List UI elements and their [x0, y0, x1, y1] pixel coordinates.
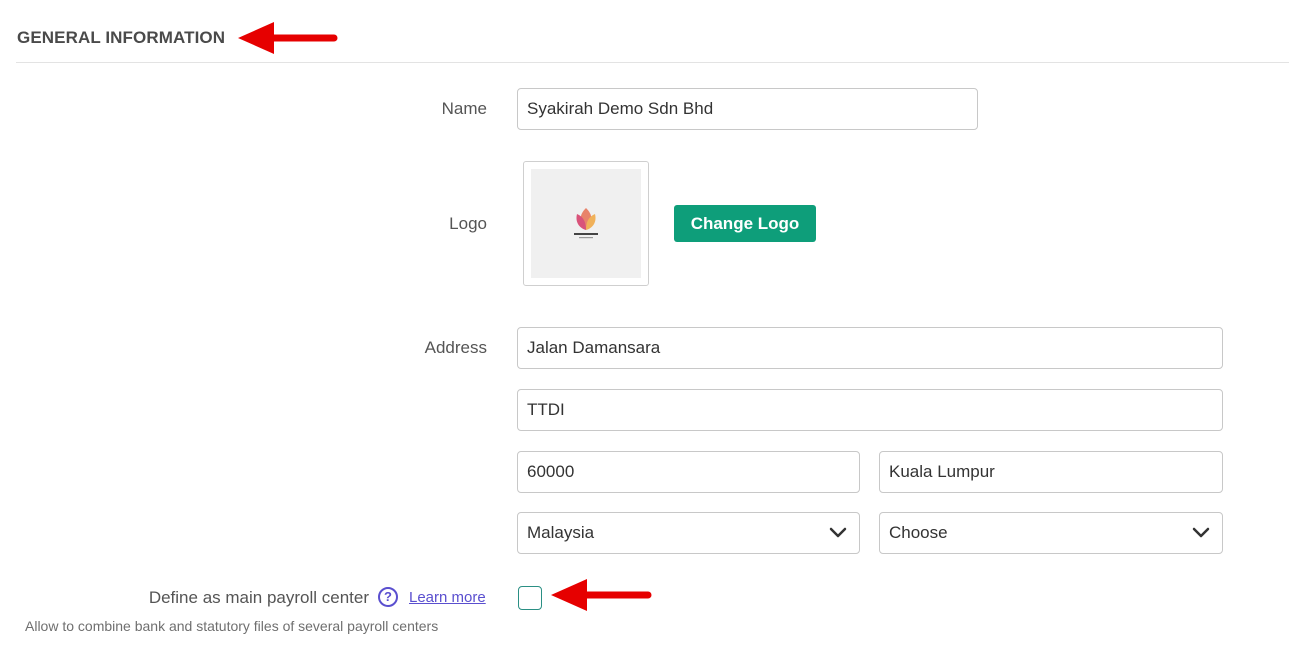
section-divider — [16, 62, 1289, 63]
country-select-value: Malaysia — [527, 523, 595, 542]
address-line2-input[interactable] — [517, 389, 1223, 431]
chevron-down-icon — [1192, 527, 1210, 538]
chevron-down-icon — [829, 527, 847, 538]
address-label: Address — [424, 338, 487, 357]
main-payroll-hint: Allow to combine bank and statutory file… — [25, 618, 439, 634]
logo-preview — [523, 161, 649, 286]
postcode-input[interactable] — [517, 451, 860, 493]
flower-logo-icon — [574, 208, 598, 239]
change-logo-button[interactable]: Change Logo — [674, 205, 816, 242]
country-select[interactable]: Malaysia — [517, 512, 860, 554]
state-select[interactable]: Choose — [879, 512, 1223, 554]
annotation-arrow-icon — [238, 22, 338, 54]
city-input[interactable] — [879, 451, 1223, 493]
main-payroll-label: Define as main payroll center — [148, 588, 369, 607]
state-select-value: Choose — [889, 523, 948, 542]
logo-label: Logo — [449, 214, 487, 233]
annotation-arrow-icon — [551, 579, 652, 611]
learn-more-link[interactable]: Learn more — [409, 589, 486, 606]
name-label: Name — [441, 99, 487, 118]
address-line1-input[interactable] — [517, 327, 1223, 369]
main-payroll-checkbox[interactable] — [518, 586, 542, 610]
name-input[interactable] — [517, 88, 978, 130]
section-title: GENERAL INFORMATION — [17, 28, 226, 47]
help-icon[interactable]: ? — [378, 587, 398, 607]
